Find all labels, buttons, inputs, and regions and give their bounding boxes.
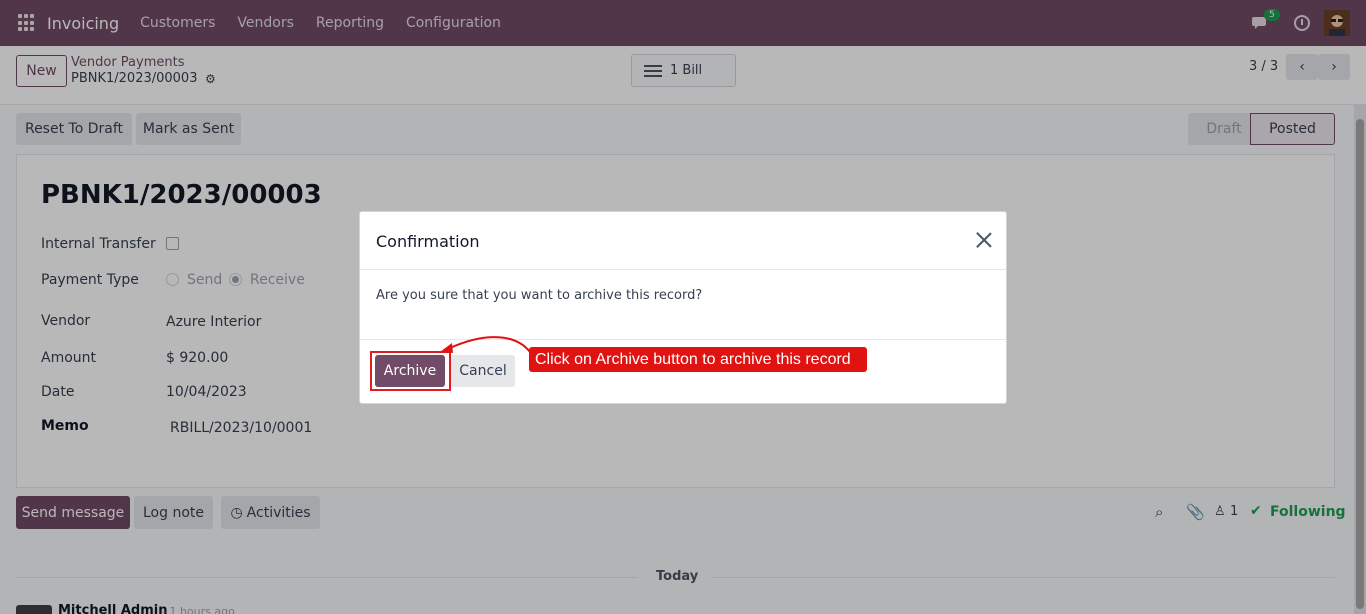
- annotation-callout: Click on Archive button to archive this …: [529, 347, 867, 372]
- dialog-header: Confirmation: [360, 212, 1006, 270]
- annotation-arrow: [440, 336, 531, 353]
- dialog-message: Are you sure that you want to archive th…: [376, 288, 703, 303]
- close-icon[interactable]: [975, 231, 993, 249]
- dialog-title: Confirmation: [376, 232, 480, 251]
